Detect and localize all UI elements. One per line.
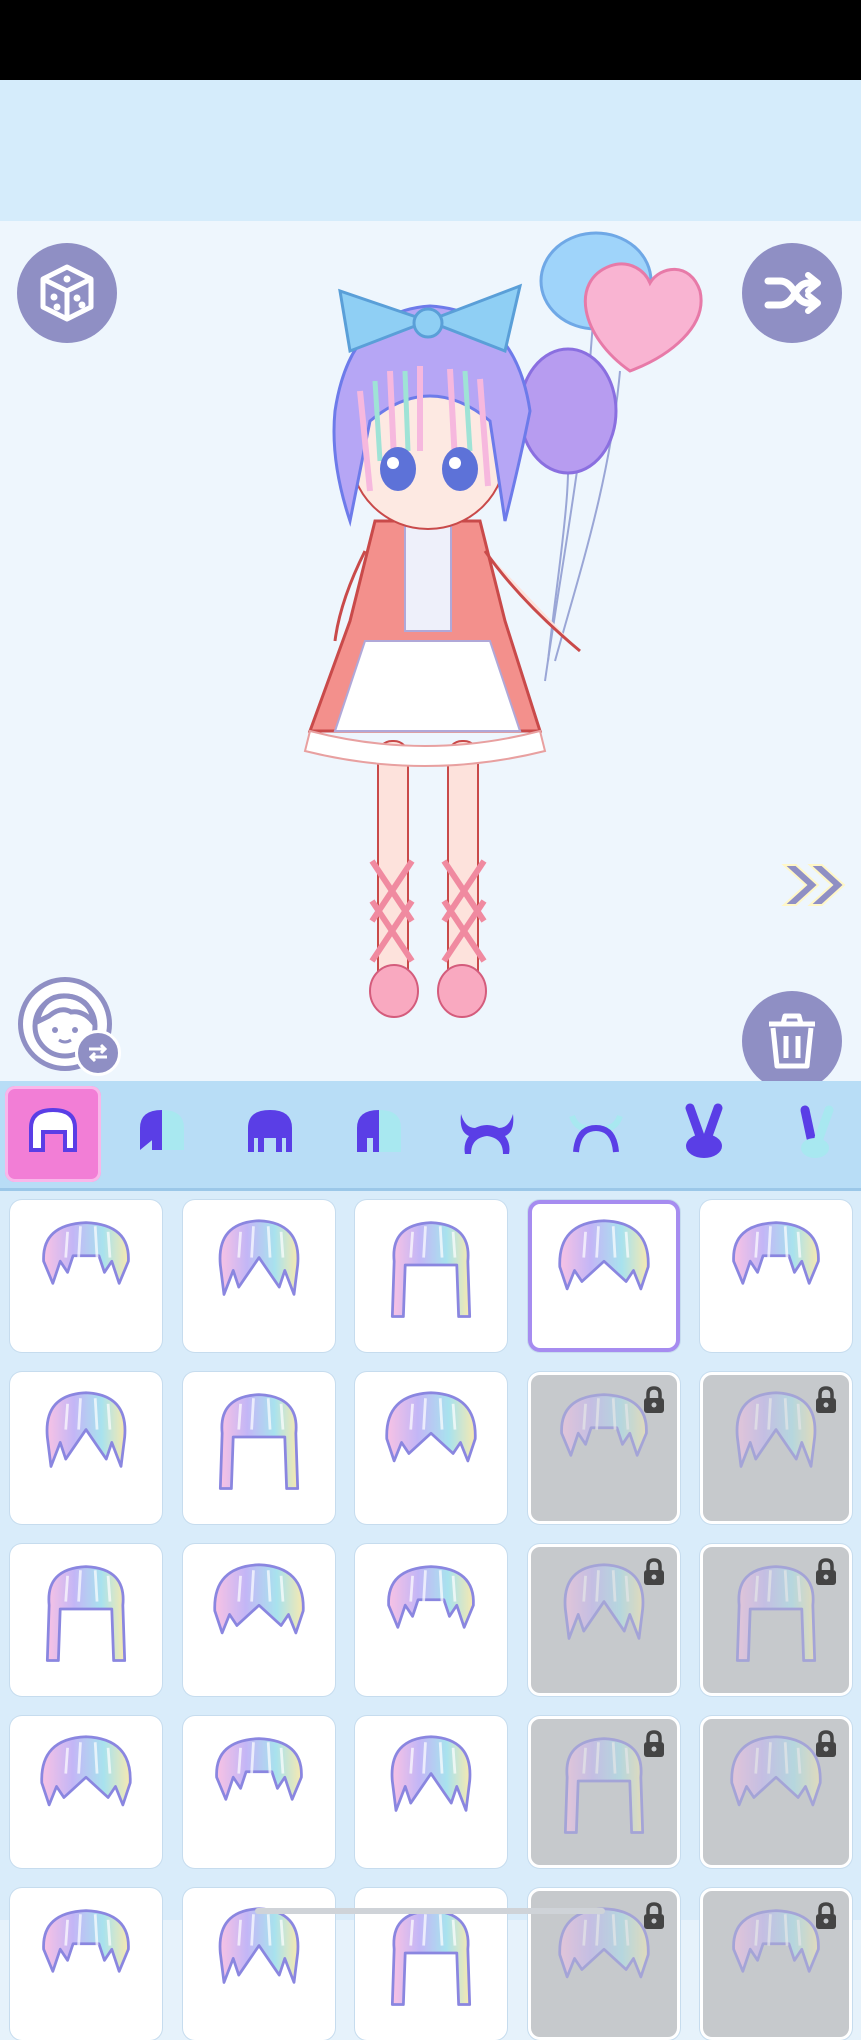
hair-option[interactable] <box>700 1716 852 1868</box>
lock-icon <box>643 1558 664 1585</box>
character-stage <box>0 221 861 1091</box>
dice-icon <box>40 264 94 322</box>
lock-icon <box>643 1730 664 1757</box>
hair-option[interactable] <box>10 1200 162 1352</box>
hair-option[interactable] <box>700 1544 852 1696</box>
hair-option[interactable] <box>10 1372 162 1524</box>
hairstyle-icon <box>557 1219 650 1291</box>
hair-options-grid <box>0 1191 861 2040</box>
delete-button[interactable] <box>742 991 842 1091</box>
lock-icon <box>816 1386 836 1413</box>
hairstyle-icon <box>212 1563 305 1635</box>
tab-bunny-ears-color[interactable] <box>765 1086 861 1182</box>
hair-option[interactable] <box>527 1372 680 1524</box>
hair-front-icon <box>29 1107 77 1152</box>
purple-balloon <box>518 347 618 475</box>
lock-icon <box>816 1902 836 1929</box>
hair-option[interactable] <box>10 1716 162 1868</box>
bunny-ears-icon <box>685 1103 723 1158</box>
hair-option[interactable] <box>182 1200 335 1352</box>
hair-option[interactable] <box>527 1716 680 1868</box>
hair-option[interactable] <box>355 1372 507 1524</box>
lock-icon <box>816 1730 836 1757</box>
lock-icon <box>816 1558 836 1585</box>
hairstyle-icon <box>390 1221 472 1318</box>
shuffle-button[interactable] <box>742 243 842 343</box>
hair-option[interactable] <box>355 1544 507 1696</box>
next-arrow-button[interactable] <box>780 861 850 913</box>
hair-option[interactable] <box>10 1888 162 2040</box>
tab-horns[interactable] <box>439 1086 535 1182</box>
hair-option[interactable] <box>527 1544 680 1696</box>
hair-option[interactable] <box>355 1716 507 1868</box>
hair-option[interactable] <box>700 1888 852 2040</box>
horns-icon <box>460 1114 514 1154</box>
hair-option[interactable] <box>355 1200 507 1352</box>
horns-color-icon <box>568 1114 623 1153</box>
home-indicator[interactable] <box>255 1908 605 1914</box>
tab-horns-color[interactable] <box>548 1086 644 1182</box>
hairstyle-icon <box>218 1393 299 1490</box>
hairstyle-icon <box>390 1909 472 2006</box>
lock-icon <box>643 1386 664 1413</box>
hairstyle-icon <box>385 1391 477 1463</box>
random-dice-button[interactable] <box>17 243 117 343</box>
hair-option[interactable] <box>10 1544 162 1696</box>
hair-option[interactable] <box>527 1200 680 1352</box>
double-chevron-right-icon <box>781 864 846 906</box>
hairstyle-icon <box>42 1221 130 1285</box>
hairstyle-icon <box>40 1735 132 1807</box>
hairstyle-icon <box>214 1737 303 1801</box>
character-preview <box>303 231 703 1018</box>
hairstyle-icon <box>42 1909 130 1973</box>
tab-bunny-ears[interactable] <box>656 1086 752 1182</box>
hairstyle-icon <box>218 1907 299 1984</box>
hair-option[interactable] <box>182 1544 335 1696</box>
lock-icon <box>643 1902 664 1929</box>
change-face-button[interactable] <box>18 977 121 1076</box>
hair-back-color-icon <box>356 1110 401 1152</box>
ad-banner-area <box>0 80 861 221</box>
hair-option[interactable] <box>182 1716 335 1868</box>
shuffle-icon <box>764 272 821 314</box>
hairstyle-icon <box>390 1735 472 1812</box>
bunny-ears-color-icon <box>800 1105 833 1158</box>
tab-hair-back[interactable] <box>222 1086 318 1182</box>
swap-arrows-icon <box>88 1043 108 1063</box>
tab-hair-front-color[interactable] <box>114 1086 210 1182</box>
pink-heart-balloon <box>583 262 703 373</box>
status-bar <box>0 0 861 80</box>
hair-back-icon <box>248 1110 292 1152</box>
hairstyle-icon <box>45 1391 127 1468</box>
hair-option[interactable] <box>700 1372 852 1524</box>
hair-front-color-icon <box>139 1110 184 1150</box>
category-tabbar <box>0 1081 861 1191</box>
hair-option[interactable] <box>182 1372 335 1524</box>
hairstyle-icon <box>45 1565 127 1662</box>
trash-icon <box>769 1013 815 1069</box>
tab-hair-front[interactable] <box>5 1086 101 1182</box>
swap-badge <box>75 1030 121 1076</box>
hair-option[interactable] <box>700 1200 852 1352</box>
hairstyle-icon <box>387 1565 475 1629</box>
tab-hair-back-color[interactable] <box>331 1086 427 1182</box>
hairstyle-icon <box>218 1219 299 1296</box>
hairstyle-icon <box>732 1221 820 1285</box>
